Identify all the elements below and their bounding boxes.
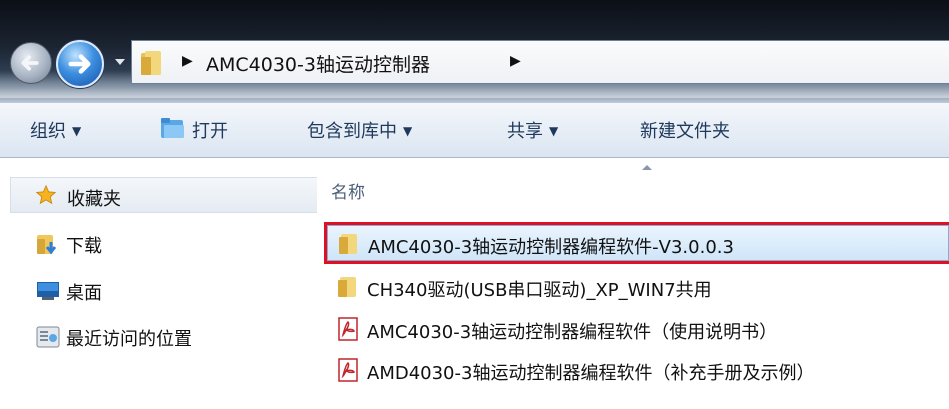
sidebar-item-desktop[interactable]: 桌面 [36, 277, 317, 307]
new-folder-button[interactable]: 新建文件夹 [640, 117, 730, 143]
folder-icon [338, 277, 356, 297]
include-in-library-label: 包含到库中 [307, 121, 397, 142]
sidebar-item-label: 桌面 [66, 283, 102, 304]
sidebar-item-favorites[interactable]: 收藏夹 [10, 177, 317, 213]
include-in-library-button[interactable]: 包含到库中 ▼ [307, 117, 412, 143]
breadcrumb-separator-icon[interactable]: ▶ [510, 53, 521, 69]
organize-label: 组织 [30, 121, 66, 142]
back-arrow-icon [21, 55, 39, 71]
file-row[interactable]: AMC4030-3轴运动控制器编程软件-V3.0.0.3 [324, 222, 949, 264]
chevron-down-icon: ▼ [72, 124, 82, 138]
organize-button[interactable]: 组织 ▼ [30, 117, 81, 143]
forward-arrow-icon [68, 54, 91, 74]
star-icon [35, 184, 57, 205]
file-row[interactable]: AMD4030-3轴运动控制器编程软件（补充手册及示例） [327, 352, 949, 388]
command-toolbar: 组织 ▼ 打开 包含到库中 ▼ 共享 ▼ 新建文件夹 [0, 103, 949, 158]
file-row[interactable]: CH340驱动(USB串口驱动)_XP_WIN7共用 [327, 269, 949, 305]
chevron-down-icon: ▼ [403, 124, 413, 138]
sidebar-item-downloads[interactable]: 下载 [36, 230, 317, 260]
sidebar-item-recent-places[interactable]: 最近访问的位置 [36, 323, 317, 353]
address-bar[interactable]: ▶ AMC4030-3轴运动控制器 ▶ [131, 40, 949, 84]
forward-button[interactable] [56, 40, 104, 88]
recent-places-icon [36, 326, 60, 348]
open-folder-icon [161, 118, 184, 138]
chevron-down-icon: ▼ [549, 124, 559, 138]
sidebar-item-label: 收藏夹 [67, 189, 121, 210]
folder-icon [339, 234, 357, 254]
pdf-file-icon [338, 358, 358, 382]
file-row[interactable]: AMC4030-3轴运动控制器编程软件（使用说明书） [327, 311, 949, 347]
new-folder-label: 新建文件夹 [640, 121, 730, 142]
sort-ascending-icon [642, 165, 652, 170]
share-label: 共享 [507, 121, 543, 142]
breadcrumb-current-folder[interactable]: AMC4030-3轴运动控制器 [206, 50, 430, 77]
recent-pages-dropdown-icon[interactable] [113, 57, 127, 67]
folder-icon [141, 51, 161, 75]
pdf-file-icon [338, 317, 358, 341]
open-label: 打开 [192, 121, 228, 142]
file-name: AMC4030-3轴运动控制器编程软件（使用说明书） [367, 322, 778, 343]
share-button[interactable]: 共享 ▼ [507, 117, 558, 143]
navigation-pane: 收藏夹 下载 桌面 最近访问的位置 [0, 158, 317, 409]
file-name: AMC4030-3轴运动控制器编程软件-V3.0.0.3 [368, 237, 734, 258]
file-list: 名称 AMC4030-3轴运动控制器编程软件-V3.0.0.3 CH340驱动(… [317, 158, 949, 409]
file-name: CH340驱动(USB串口驱动)_XP_WIN7共用 [367, 280, 712, 301]
desktop-icon [37, 282, 59, 300]
breadcrumb-separator-icon[interactable]: ▶ [182, 53, 193, 69]
sidebar-item-label: 最近访问的位置 [66, 329, 192, 350]
open-button[interactable]: 打开 [192, 117, 228, 143]
sidebar-item-label: 下载 [66, 236, 102, 257]
file-name: AMD4030-3轴运动控制器编程软件（补充手册及示例） [367, 363, 815, 384]
column-header-name[interactable]: 名称 [331, 178, 365, 203]
back-button[interactable] [10, 42, 52, 84]
download-folder-icon [37, 235, 57, 255]
window-title-bar: ▶ AMC4030-3轴运动控制器 ▶ [0, 0, 949, 103]
